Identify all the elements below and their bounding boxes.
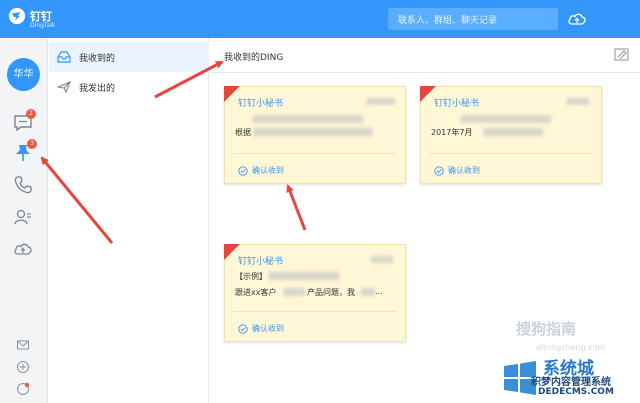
search-placeholder: 联系人、群组、聊天记录	[398, 16, 498, 26]
card-line: ...	[375, 287, 383, 296]
check-circle-icon	[238, 324, 248, 334]
card-line: 根据	[235, 128, 251, 137]
card-sender: 钉钉小秘书	[238, 257, 284, 267]
cloud-drive-icon[interactable]	[12, 238, 34, 260]
nav-received-label: 我收到的	[79, 54, 116, 64]
ding-badge: 3	[27, 139, 37, 149]
cloud-upload-icon[interactable]	[566, 8, 588, 30]
phone-icon[interactable]	[12, 174, 34, 196]
compose-ding-icon[interactable]	[614, 48, 630, 62]
confirm-label: 确认收到	[448, 166, 480, 175]
send-icon	[57, 81, 71, 93]
nav-sent[interactable]: 我发出的	[49, 72, 209, 102]
blurred-text	[361, 288, 375, 296]
search-input[interactable]: 联系人、群组、聊天记录	[388, 8, 558, 30]
avatar[interactable]: 华华	[7, 58, 40, 91]
check-circle-icon	[238, 166, 248, 176]
watermark-sogou: 搜狗指南	[516, 320, 577, 338]
messages-badge: 2	[26, 109, 36, 119]
confirm-label: 确认收到	[252, 166, 284, 175]
blurred-text	[269, 272, 339, 280]
contacts-icon[interactable]	[12, 206, 34, 228]
card-sender: 钉钉小秘书	[434, 99, 480, 109]
card-line: 2017年7月	[431, 128, 473, 137]
watermark-brand-cn: 积梦内容管理系统	[531, 377, 611, 388]
blurred-time	[371, 256, 393, 263]
title-bar: 钉钉 DingTalk 联系人、群组、聊天记录	[0, 0, 640, 38]
inbox-icon	[57, 51, 71, 63]
add-icon[interactable]	[16, 360, 30, 374]
title-divider	[210, 72, 640, 73]
card-separator	[233, 311, 397, 312]
card-line: 跟进xx客户	[235, 288, 277, 297]
blurred-text	[461, 115, 551, 123]
card-sender: 钉钉小秘书	[238, 99, 284, 109]
nav-sent-label: 我发出的	[79, 84, 116, 94]
dingtalk-logo-icon	[8, 7, 26, 25]
check-circle-icon	[434, 166, 444, 176]
card-line: 【示例】	[235, 272, 267, 281]
left-sidebar: 华华 2 3	[0, 38, 48, 403]
watermark-url: xitongcheng.com	[536, 343, 606, 352]
blurred-time	[367, 98, 395, 105]
app-logo: 钉钉 DingTalk	[8, 6, 88, 32]
card-separator	[429, 153, 593, 154]
confirm-label: 确认收到	[252, 324, 284, 333]
page-title: 我收到的DING	[224, 53, 284, 63]
ding-nav: 我收到的 我发出的	[49, 38, 209, 403]
card-separator	[233, 153, 397, 154]
nav-received[interactable]: 我收到的	[49, 42, 209, 72]
blurred-text	[253, 128, 373, 136]
ding-card[interactable]: 钉钉小秘书 2017年7月 确认收到	[420, 86, 602, 184]
app-subtitle: DingTalk	[30, 22, 56, 29]
blurred-time	[567, 98, 589, 105]
card-line: 产品问题，我	[307, 288, 355, 297]
watermark-domain: DEDECMS.COM	[538, 387, 614, 397]
mail-icon[interactable]	[16, 338, 30, 352]
blurred-text	[283, 288, 305, 296]
blurred-text	[253, 115, 363, 123]
settings-icon[interactable]	[16, 382, 30, 396]
blurred-text	[483, 128, 543, 136]
ding-card[interactable]: 钉钉小秘书 【示例】 跟进xx客户 产品问题，我 ... 确认收到	[224, 244, 406, 342]
ding-card[interactable]: 钉钉小秘书 根据 确认收到	[224, 86, 406, 184]
